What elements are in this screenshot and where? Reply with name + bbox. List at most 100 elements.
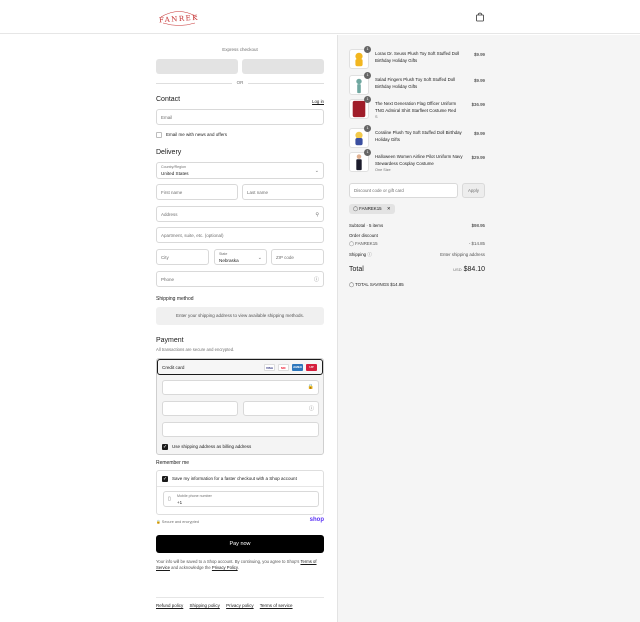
tag-icon: ◯ — [353, 206, 358, 211]
expiry-field[interactable] — [162, 401, 238, 416]
secure-note: 🔒 Secure and encrypted — [156, 520, 199, 524]
product-name: Halloween Women Airline Pilot Uniform Na… — [375, 154, 463, 172]
discount-chip: ◯ FANREK15 ✕ — [349, 204, 395, 214]
first-name-field[interactable]: First name — [156, 184, 238, 200]
email-field[interactable]: Email — [156, 109, 324, 125]
product-name: The Next Generation Flag Officer Uniform… — [375, 101, 457, 119]
credit-card-option[interactable]: Credit card VISA MC AMEX UP — [157, 359, 323, 375]
product-name: Lorax Dr. Seuss Plush Toy Soft Stuffed D… — [375, 51, 460, 63]
help-icon[interactable]: ⓘ — [367, 252, 371, 257]
shipping-method-message: Enter your shipping address to view avai… — [156, 307, 324, 325]
help-icon[interactable]: ⓘ — [314, 277, 319, 283]
search-icon: ⚲ — [315, 212, 319, 218]
total-savings-row: ◯ TOTAL SAVINGS $14.85 — [349, 282, 404, 287]
save-info-checkbox[interactable]: ✓ — [162, 476, 168, 482]
line-item: 1 Halloween Women Airline Pilot Uniform … — [349, 149, 485, 174]
product-price: $29.99 — [471, 155, 485, 160]
shipping-policy-link[interactable]: Shipping policy — [190, 603, 220, 608]
product-name: Salad Fingers Plush Toy Soft Stuffed Dol… — [375, 77, 456, 89]
country-select[interactable]: Country/Region United States ⌄ — [156, 162, 324, 179]
zip-field[interactable]: ZIP code — [271, 249, 324, 265]
close-icon[interactable]: ✕ — [387, 206, 391, 211]
discount-code-field[interactable]: Discount code or gift card — [349, 183, 458, 198]
cvv-field[interactable]: ⓘ — [243, 401, 319, 416]
quantity-badge: 1 — [364, 96, 371, 103]
variant-label: S — [375, 115, 378, 119]
total-amount: $84.10 — [463, 266, 485, 273]
svg-text:FANREK: FANREK — [159, 14, 200, 25]
credit-card-section: Credit card VISA MC AMEX UP 🔒 ⓘ ✓ Use sh… — [156, 358, 324, 455]
fanrek-logo[interactable]: FANREK — [158, 8, 200, 28]
shipping-row: Shipping ⓘ Enter shipping address — [349, 252, 485, 257]
save-info-label: Save my information for a faster checkou… — [172, 476, 297, 481]
discount-code-row: ◯ FANREK15 - $14.85 — [349, 241, 485, 246]
login-link[interactable]: Log in — [312, 99, 324, 104]
product-price: $9.99 — [474, 52, 485, 57]
product-price: $9.99 — [474, 131, 485, 136]
chevron-down-icon: ⌄ — [314, 168, 319, 174]
refund-policy-link[interactable]: Refund policy — [156, 603, 183, 608]
address-field[interactable]: Address ⚲ — [156, 206, 324, 222]
mobile-phone-icon: ▯ — [168, 496, 171, 502]
privacy-policy-link[interactable]: Privacy policy — [226, 603, 254, 608]
apply-button[interactable]: Apply — [462, 183, 485, 198]
terms-of-service-link[interactable]: Terms of service — [260, 603, 293, 608]
line-item: 1 Coraline Plush Toy Soft Stuffed Doll B… — [349, 125, 485, 150]
quantity-badge: 1 — [364, 149, 371, 156]
product-price: $36.99 — [471, 102, 485, 107]
express-pay-button-1[interactable] — [156, 59, 238, 74]
tag-icon: ◯ — [349, 241, 354, 246]
remember-heading: Remember me — [156, 460, 190, 466]
state-select[interactable]: State Nebraska ⌄ — [214, 249, 267, 265]
shop-logo: shop — [309, 517, 324, 523]
express-pay-button-2[interactable] — [242, 59, 324, 74]
unionpay-icon: UP — [306, 364, 317, 371]
visa-icon: VISA — [264, 364, 275, 371]
billing-label: Use shipping address as billing address — [172, 444, 252, 449]
order-discount-row: Order discount — [349, 233, 378, 238]
billing-checkbox[interactable]: ✓ — [162, 444, 168, 450]
shopping-bag-icon[interactable] — [475, 12, 485, 22]
card-number-field[interactable]: 🔒 — [162, 380, 319, 395]
news-checkbox[interactable] — [156, 132, 162, 138]
lock-icon: 🔒 — [307, 384, 314, 390]
product-name: Coraline Plush Toy Soft Stuffed Doll Bir… — [375, 130, 462, 142]
contact-heading: Contact — [156, 96, 181, 103]
news-label: Email me with news and offers — [166, 132, 227, 137]
mastercard-icon: MC — [278, 364, 289, 371]
tag-icon: ◯ — [349, 282, 354, 287]
subtotal-row: Subtotal · 5 items $98.95 — [349, 223, 485, 228]
privacy-link[interactable]: Privacy Policy — [212, 565, 238, 570]
quantity-badge: 1 — [364, 46, 371, 53]
express-checkout-label: Express checkout — [222, 47, 258, 52]
amex-icon: AMEX — [292, 364, 303, 371]
name-on-card-field[interactable] — [162, 422, 319, 437]
last-name-field[interactable]: Last name — [242, 184, 324, 200]
payment-subtitle: All transactions are secure and encrypte… — [156, 347, 235, 352]
legal-text: Your info will be saved to a Shop accoun… — [156, 559, 317, 570]
footer-links: Refund policy Shipping policy Privacy po… — [156, 603, 298, 608]
total-row: Total USD $84.10 — [349, 266, 485, 273]
remember-me-box: ✓ Save my information for a faster check… — [156, 470, 324, 515]
order-summary-panel — [337, 35, 640, 622]
shipping-method-heading: Shipping method — [156, 296, 194, 302]
variant-label: One Size — [375, 168, 391, 172]
pay-now-button[interactable]: Pay now — [156, 535, 324, 553]
or-divider: OR — [156, 80, 324, 86]
phone-field[interactable]: Phone ⓘ — [156, 271, 324, 287]
product-price: $9.99 — [474, 78, 485, 83]
mobile-phone-field[interactable]: ▯ Mobile phone number +1 — [163, 491, 319, 507]
lock-icon: 🔒 — [156, 520, 161, 524]
chevron-down-icon: ⌄ — [257, 255, 262, 261]
city-field[interactable]: City — [156, 249, 209, 265]
quantity-badge: 1 — [364, 72, 371, 79]
header: FANREK — [0, 0, 640, 34]
apartment-field[interactable]: Apartment, suite, etc. (optional) — [156, 227, 324, 243]
line-item: 1 Salad Fingers Plush Toy Soft Stuffed D… — [349, 72, 485, 97]
line-item: 1 Lorax Dr. Seuss Plush Toy Soft Stuffed… — [349, 46, 485, 71]
payment-heading: Payment — [156, 337, 184, 344]
quantity-badge: 1 — [364, 125, 371, 132]
line-item: 1 The Next Generation Flag Officer Unifo… — [349, 96, 485, 121]
delivery-heading: Delivery — [156, 149, 182, 156]
help-icon[interactable]: ⓘ — [309, 405, 314, 412]
